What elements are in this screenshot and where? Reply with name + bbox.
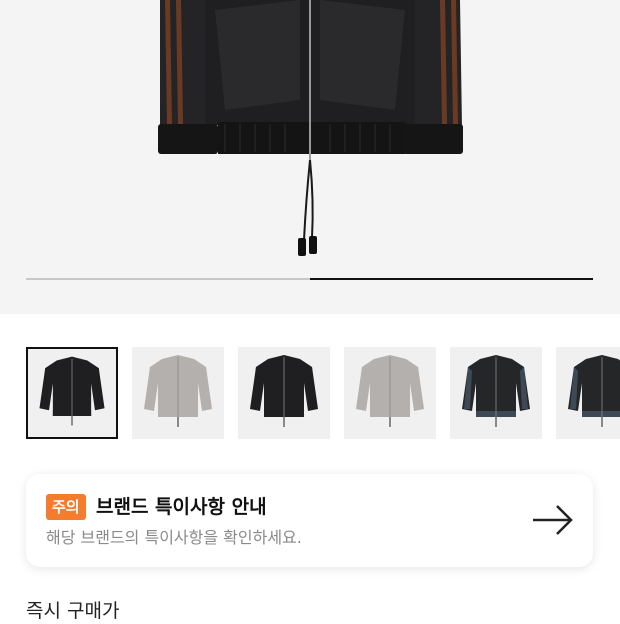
instant-buy-price-title: 즉시 구매가 (26, 600, 120, 622)
thumbnail-image (250, 355, 318, 427)
thumbnail-3[interactable] (238, 347, 330, 439)
thumbnail-5[interactable] (450, 347, 542, 439)
product-main-image (158, 0, 463, 256)
caution-badge: 주의 (46, 494, 86, 520)
thumbnail-1[interactable] (26, 347, 118, 439)
brand-notice-card[interactable]: 주의 브랜드 특이사항 안내 해당 브랜드의 특이사항을 확인하세요. (26, 474, 593, 567)
gallery-progress-bar (26, 278, 593, 280)
thumbnail-image (356, 355, 424, 427)
thumbnail-6[interactable] (556, 347, 620, 439)
thumbnail-image (39, 356, 105, 426)
gallery-progress-indicator (309, 278, 593, 280)
thumbnail-4[interactable] (344, 347, 436, 439)
thumbnail-image (144, 355, 212, 427)
notice-description: 해당 브랜드의 특이사항을 확인하세요. (46, 528, 302, 547)
thumbnail-image (568, 355, 620, 427)
thumbnail-strip[interactable] (26, 347, 620, 440)
thumbnail-image (462, 355, 530, 427)
notice-title: 브랜드 특이사항 안내 (96, 496, 267, 518)
thumbnail-2[interactable] (132, 347, 224, 439)
product-image-gallery[interactable] (0, 0, 620, 314)
arrow-right-icon[interactable] (531, 502, 575, 538)
